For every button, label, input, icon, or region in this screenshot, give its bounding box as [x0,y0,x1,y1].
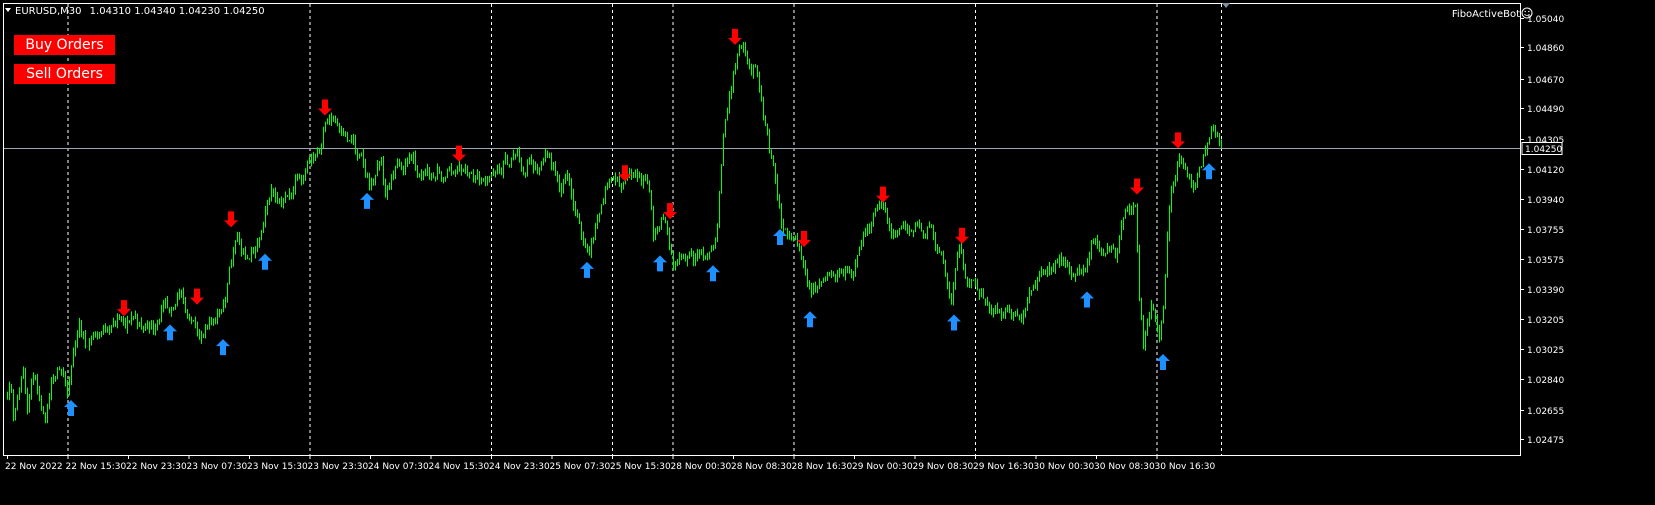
price-tick-label: 1.03205 [1527,316,1564,326]
candlestick-series [7,41,1222,424]
buy-arrow-icon [64,399,78,416]
buy-orders-button[interactable]: Buy Orders [14,35,115,55]
sell-arrow-icon [663,203,677,220]
price-tick-label: 1.03755 [1527,226,1564,236]
chart-header: EURUSD,M30 1.04310 1.04340 1.04230 1.042… [5,3,1533,20]
time-tick-label: 22 Nov 23:30 [126,462,187,472]
time-tick-label: 28 Nov 08:30 [731,462,792,472]
time-tick-label: 23 Nov 23:30 [308,462,369,472]
shift-marker-icon[interactable] [1222,3,1230,8]
price-tick-label: 1.02840 [1527,376,1564,386]
buy-arrow-icon [706,265,720,282]
current-price-label: 1.04250 [1525,145,1562,155]
price-tick-label: 1.04860 [1527,44,1564,54]
signal-arrows [64,28,1216,416]
price-chart[interactable]: 1.04250 1.05040 1.04860 1.04670 1.04490 1.04… [0,0,1655,501]
buy-arrow-icon [360,192,374,209]
time-tick-label: 29 Nov 08:30 [913,462,974,472]
time-tick-label: 22 Nov 15:30 [66,462,127,472]
time-tick-label: 30 Nov 16:30 [1155,462,1216,472]
price-tick-label: 1.03025 [1527,346,1564,356]
buy-arrow-icon [163,324,177,341]
buy-arrow-icon [1202,163,1216,180]
buy-arrow-icon [216,339,230,356]
time-tick-label: 24 Nov 23:30 [489,462,550,472]
time-tick-label: 29 Nov 00:30 [852,462,913,472]
price-tick-label: 1.04305 [1527,136,1564,146]
sell-arrow-icon [318,99,332,116]
time-tick-label: 28 Nov 00:30 [671,462,732,472]
time-tick-label: 28 Nov 16:30 [792,462,853,472]
buy-arrow-icon [1080,291,1094,308]
time-tick-label: 23 Nov 07:30 [187,462,248,472]
price-tick-label: 1.04120 [1527,166,1564,176]
sell-arrow-icon [955,227,969,244]
buy-arrow-icon [1156,353,1170,370]
price-tick-label: 1.02475 [1527,436,1564,446]
svg-text:EURUSD,M30 1.04310 1.0: EURUSD,M30 1.04310 1.04340 1.04230 1.042… [15,6,265,17]
sell-arrow-icon [452,145,466,162]
sell-arrow-icon [224,211,238,228]
price-tick-label: 1.03940 [1527,196,1564,206]
buy-arrow-icon [773,229,787,246]
time-tick-label: 22 Nov 2022 [5,462,63,472]
chart-frame [3,3,1521,456]
time-tick-label: 29 Nov 16:30 [973,462,1034,472]
price-tick-label: 1.03575 [1527,256,1564,266]
symbol-label: EURUSD,M30 [15,6,81,17]
time-tick-label: 23 Nov 15:30 [247,462,308,472]
time-tick-label: 25 Nov 15:30 [610,462,671,472]
sell-arrow-icon [190,288,204,305]
price-tick-label: 1.03390 [1527,286,1564,296]
ohlc-values: 1.04310 1.04340 1.04230 1.04250 [90,6,265,17]
price-tick-label: 1.02655 [1527,407,1564,417]
price-tick-label: 1.05040 [1527,15,1564,25]
current-price-group: 1.04250 [4,142,1563,155]
buy-arrow-icon [258,253,272,270]
time-tick-label: 24 Nov 07:30 [368,462,429,472]
price-tick-label: 1.04490 [1527,105,1564,115]
time-tick-label: 30 Nov 00:30 [1034,462,1095,472]
sell-arrow-icon [117,300,131,317]
sell-arrow-icon [1171,132,1185,149]
time-tick-label: 30 Nov 08:30 [1094,462,1155,472]
sell-arrow-icon [1130,178,1144,195]
sell-arrow-icon [728,28,742,45]
sell-arrow-icon [876,186,890,203]
buy-arrow-icon [803,311,817,328]
time-tick-label: 25 Nov 07:30 [550,462,611,472]
chart-window[interactable]: 1.04250 1.05040 1.04860 1.04670 1.04490 1.04… [0,0,1655,501]
period-separators [67,4,1222,455]
buy-arrow-icon [580,261,594,278]
price-tick-label: 1.04670 [1527,76,1564,86]
buy-arrow-icon [653,255,667,272]
time-tick-label: 24 Nov 15:30 [429,462,490,472]
chevron-down-icon[interactable] [5,8,11,12]
sell-orders-button[interactable]: Sell Orders [14,64,115,84]
buy-arrow-icon [947,314,961,331]
expert-name: FiboActiveBot [1452,9,1520,20]
